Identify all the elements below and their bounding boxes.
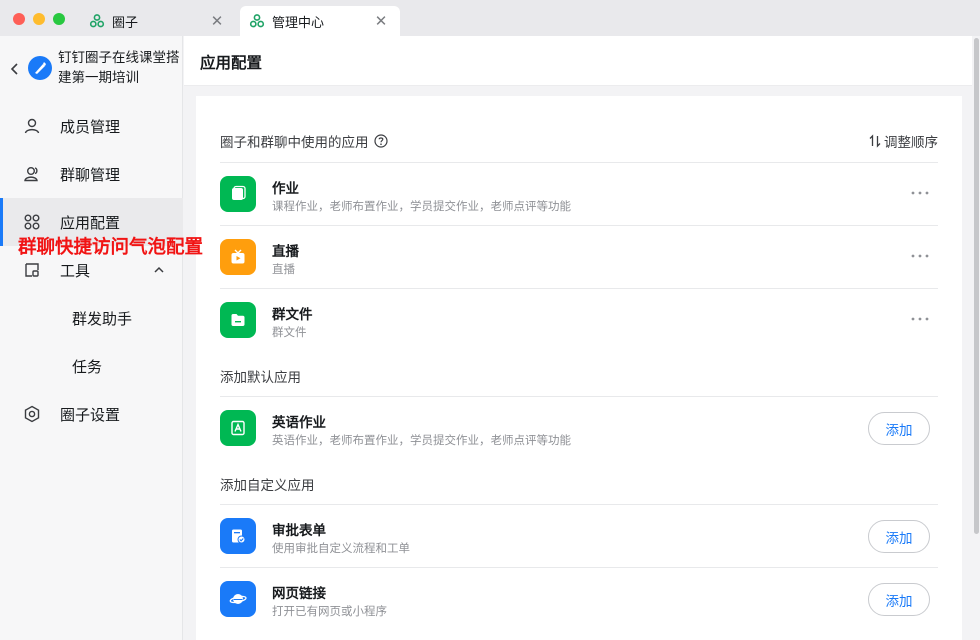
app-desc: 直播 [272,262,295,276]
app-name: 直播 [272,244,299,260]
app-name: 群文件 [272,307,313,323]
planet-link-app-icon [220,581,256,617]
sidebar-item-tasks[interactable]: 任务 [0,342,183,390]
zoom-window-button[interactable] [53,13,65,25]
app-desc: 打开已有网页或小程序 [272,604,387,618]
section-title-custom: 添加自定义应用 [220,474,315,494]
main-header: 应用配置 [184,36,980,86]
sidebar-item-group-chat[interactable]: 群聊管理 [0,150,183,198]
scrollbar-thumb[interactable] [974,38,979,534]
tab-circle[interactable]: 圈子 ✕ [80,6,236,36]
section-title-default: 添加默认应用 [220,366,301,386]
section-title-text: 添加默认应用 [220,370,301,386]
section-title-in-use: 圈子和群聊中使用的应用 [220,131,388,151]
reorder-label: 调整顺序 [884,135,938,151]
sidebar: 钉钉圈子在线课堂搭建第一期培训 成员管理 群聊管理 应用配置 工具 群发助手 任… [0,36,183,640]
sidebar-item-members[interactable]: 成员管理 [0,102,183,150]
tab-label: 管理中心 [272,15,325,31]
dingtalk-circle-icon [248,12,266,30]
sidebar-item-label: 群发助手 [72,309,133,328]
sort-icon [869,134,881,148]
sidebar-item-circle-settings[interactable]: 圈子设置 [0,390,183,438]
app-row-english-homework: 英语作业 英语作业，老师布置作业，学员提交作业，老师点评等功能 添加 [220,397,938,459]
app-row-approval-form: 审批表单 使用审批自定义流程和工单 添加 [220,505,938,567]
live-app-icon [220,239,256,275]
app-row-live: 直播 直播 [220,226,938,288]
minimize-window-button[interactable] [33,13,45,25]
app-name: 审批表单 [272,523,326,539]
app-desc: 使用审批自定义流程和工单 [272,541,410,555]
more-icon[interactable] [910,185,930,201]
app-name: 网页链接 [272,586,326,602]
sidebar-item-label: 群聊管理 [60,165,121,184]
sidebar-item-label: 圈子设置 [60,405,121,424]
section-title-text: 添加自定义应用 [220,478,315,494]
gear-icon [22,404,42,424]
chevron-up-icon[interactable] [152,263,166,277]
title-bar: 圈子 ✕ 管理中心 ✕ [0,0,980,36]
approval-form-app-icon [220,518,256,554]
tools-icon [22,260,42,280]
dingtalk-circle-icon [88,12,106,30]
app-name: 作业 [272,181,299,197]
add-button[interactable]: 添加 [868,583,930,616]
reorder-button[interactable]: 调整顺序 [869,131,938,151]
apps-grid-icon [22,212,42,232]
english-homework-app-icon [220,410,256,446]
tab-admin-center[interactable]: 管理中心 ✕ [240,6,400,36]
section-title-text: 圈子和群聊中使用的应用 [220,135,369,151]
close-icon[interactable]: ✕ [372,12,390,30]
add-button[interactable]: 添加 [868,520,930,553]
app-config-card: 圈子和群聊中使用的应用 调整顺序 作业 课程作业，老师布置作业，学员提交作业，老… [196,96,962,640]
member-icon [22,116,42,136]
sidebar-item-label: 任务 [72,357,103,376]
page-title: 应用配置 [200,54,263,72]
sidebar-item-label: 应用配置 [60,213,121,232]
org-avatar [28,56,52,80]
chevron-left-icon[interactable] [8,62,22,76]
app-row-homework: 作业 课程作业，老师布置作业，学员提交作业，老师点评等功能 [220,163,938,225]
sidebar-item-label: 工具 [60,261,91,280]
org-name: 钉钉圈子在线课堂搭建第一期培训 [58,50,180,86]
sidebar-item-label: 成员管理 [60,117,121,136]
close-window-button[interactable] [13,13,25,25]
app-row-group-files: 群文件 群文件 [220,289,938,351]
more-icon[interactable] [910,311,930,327]
help-icon[interactable] [373,134,388,148]
annotation-label: 群聊快捷访问气泡配置 [18,237,204,258]
app-name: 英语作业 [272,415,326,431]
group-chat-icon [22,164,42,184]
app-desc: 课程作业，老师布置作业，学员提交作业，老师点评等功能 [272,199,571,213]
add-button[interactable]: 添加 [868,412,930,445]
more-icon[interactable] [910,248,930,264]
homework-app-icon [220,176,256,212]
sidebar-item-broadcast[interactable]: 群发助手 [0,294,183,342]
close-icon[interactable]: ✕ [208,12,226,30]
app-row-web-link: 网页链接 打开已有网页或小程序 添加 [220,568,938,630]
folder-app-icon [220,302,256,338]
app-desc: 群文件 [272,325,307,339]
tab-label: 圈子 [112,15,139,31]
app-desc: 英语作业，老师布置作业，学员提交作业，老师点评等功能 [272,433,571,447]
